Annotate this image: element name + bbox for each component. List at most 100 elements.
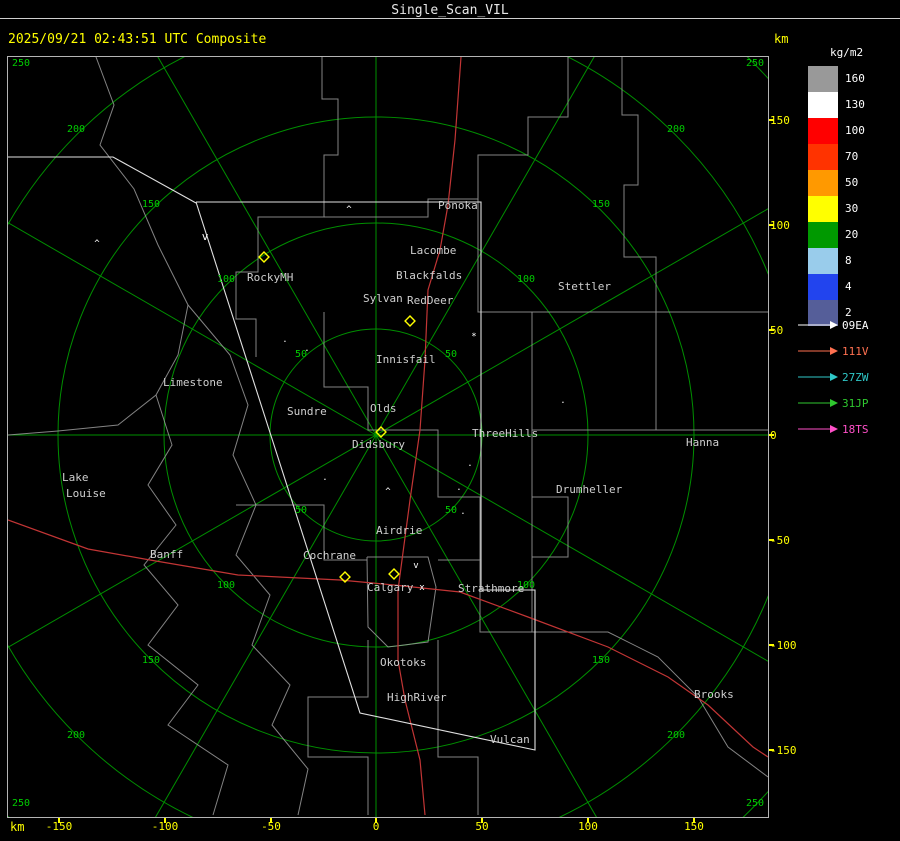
point-marker: . [282,335,287,345]
range-label: 100 [517,274,535,285]
city-label: Olds [370,402,397,415]
range-label: 200 [67,730,85,741]
highway-1-east [393,584,769,758]
coverage-polygon [195,201,536,751]
colorbar-swatch [808,144,838,170]
point-marker: * [471,332,476,342]
y-axis-tick [769,644,774,646]
city-label: Airdrie [376,524,422,537]
point-marker: v [413,561,418,571]
colorbar-swatch [808,196,838,222]
county-boundary [477,199,768,313]
city-label: Didsbury [352,438,405,451]
y-axis-tick-label: 100 [770,219,790,232]
y-axis-tick-label: -150 [770,744,797,757]
county-boundary [532,496,569,558]
y-axis-tick [769,224,774,226]
colorbar-value-label: 160 [845,72,865,85]
range-label: 50 [295,505,307,516]
site-id-label: 27ZW [842,371,869,384]
radar-legend-row: 111V [798,345,869,358]
county-boundary [621,57,657,312]
range-label: 250 [746,798,764,809]
city-label: Calgary [367,581,414,594]
city-label: Banff [150,548,183,561]
site-id-label: 18TS [842,423,869,436]
radar-legend-row: 18TS [798,423,869,436]
radar-legend-row: 31JP [798,397,869,410]
colorbar-value-label: 30 [845,202,859,215]
radar-site-legend: 09EA 111V 27ZW 31JP 18TS [798,319,869,436]
point-marker: v [202,230,209,243]
title-separator-line [0,18,900,19]
city-label: Louise [66,487,106,500]
point-marker: . [460,507,465,517]
point-markers: ^ v ^ . . * . . . ^ . . v x [94,205,565,593]
site-id-label: 31JP [842,397,869,410]
site-arrowhead-icon [830,425,838,433]
county-boundary [143,394,229,816]
city-label: RedDeer [407,294,454,307]
site-id-label: 111V [842,345,869,358]
x-axis-tick [270,818,272,823]
y-axis-tick [769,434,774,436]
site-arrowhead-icon [830,399,838,407]
radar-legend-row: 27ZW [798,371,869,384]
city-label: Stettler [558,280,611,293]
colorbar-value-label: 4 [845,280,852,293]
range-label: 200 [667,730,685,741]
point-marker: . [456,483,461,493]
colorbar-swatch [808,118,838,144]
colorbar-value-label: 130 [845,98,865,111]
city-label: Sundre [287,405,327,418]
x-axis-tick [481,818,483,823]
y-axis-unit-label: km [774,32,789,46]
radar-map: 50 50 50 50 100 100 100 100 150 150 150 … [0,0,900,841]
site-arrowhead-icon [830,347,838,355]
city-label: HighRiver [387,691,447,704]
y-axis-tick-label: -50 [770,534,790,547]
site-id-label: 09EA [842,319,869,332]
point-marker: . [304,344,309,354]
range-label: 150 [142,655,160,666]
x-axis-tick [164,818,166,823]
point-marker: ^ [385,487,391,497]
x-axis-unit-label: km [10,820,25,834]
city-label: Lacombe [410,244,456,257]
colorbar-swatch [808,222,838,248]
city-label: Limestone [163,376,223,389]
colorbar-value-label: 8 [845,254,852,267]
county-boundary [438,559,532,633]
point-marker: . [322,473,327,483]
city-label: Strathmore [458,582,524,595]
county-boundary [307,640,369,815]
city-label: Hanna [686,436,719,449]
range-label: 50 [445,349,457,360]
x-axis-tick [58,818,60,823]
y-axis-tick-label: -100 [770,639,797,652]
range-label: 200 [67,124,85,135]
colorbar-swatch [808,92,838,118]
coverage-edge [8,156,197,204]
point-marker: . [560,396,565,406]
city-label: Brooks [694,688,734,701]
city-label: Lake [62,471,89,484]
point-marker: x [419,583,425,593]
city-label: Blackfalds [396,269,462,282]
x-axis-tick [587,818,589,823]
colorbar-value-label: 50 [845,176,859,189]
colorbar-swatch [808,274,838,300]
site-arrowhead-icon [830,321,838,329]
city-label: Cochrane [303,549,356,562]
site-arrowhead-icon [830,373,838,381]
y-axis-tick [769,749,774,751]
city-label: Sylvan [363,292,403,305]
county-boundary [366,556,437,648]
county-boundary [235,57,339,357]
range-label: 100 [217,580,235,591]
city-label: Vulcan [490,733,530,746]
range-label: 50 [445,505,457,516]
county-boundary [324,57,569,218]
point-marker: . [467,459,472,469]
radar-legend-row: 09EA [798,319,869,332]
